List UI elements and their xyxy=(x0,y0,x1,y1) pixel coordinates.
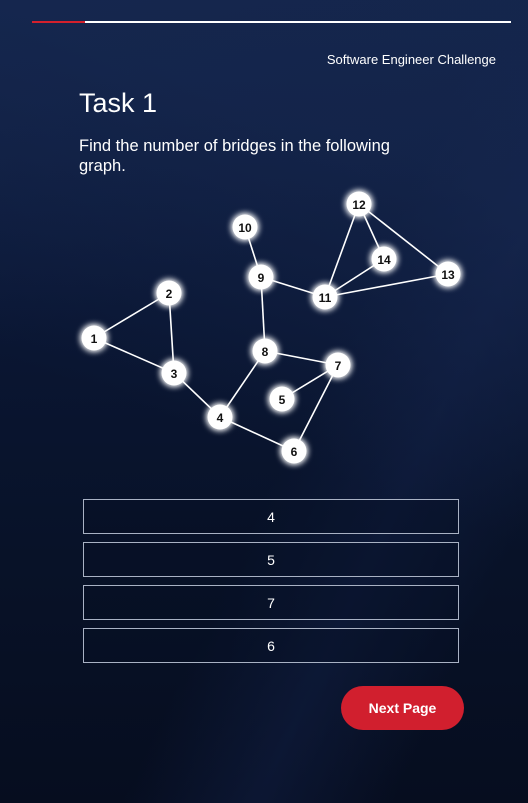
graph-node-label: 10 xyxy=(238,221,252,235)
graph-node-2: 2 xyxy=(156,280,182,306)
graph-node-label: 11 xyxy=(319,291,332,305)
graph-node-12: 12 xyxy=(346,191,372,217)
graph-node-label: 5 xyxy=(279,393,286,407)
graph-node-3: 3 xyxy=(161,360,187,386)
graph-diagram: 1234567891011121314 xyxy=(81,191,461,464)
graph-node-5: 5 xyxy=(269,386,295,412)
answer-option-4[interactable]: 6 xyxy=(83,628,459,663)
graph-node-label: 14 xyxy=(377,253,391,267)
answer-options: 4 5 7 6 xyxy=(83,499,459,671)
graph-node-9: 9 xyxy=(248,264,274,290)
graph-edge-1-3 xyxy=(93,337,175,374)
graph-node-8: 8 xyxy=(252,338,278,364)
next-page-button[interactable]: Next Page xyxy=(341,686,464,730)
graph-node-label: 4 xyxy=(217,411,224,425)
graph-edges xyxy=(93,203,449,452)
graph-node-13: 13 xyxy=(435,261,461,287)
graph-node-label: 12 xyxy=(352,198,366,212)
answer-option-1[interactable]: 4 xyxy=(83,499,459,534)
graph-node-label: 2 xyxy=(166,287,173,301)
graph-node-label: 9 xyxy=(258,271,265,285)
graph-node-label: 3 xyxy=(171,367,178,381)
graph-edge-11-12 xyxy=(324,203,360,298)
answer-option-2[interactable]: 5 xyxy=(83,542,459,577)
graph-node-label: 8 xyxy=(262,345,269,359)
graph-node-14: 14 xyxy=(371,246,397,272)
graph-node-10: 10 xyxy=(232,214,258,240)
graph-nodes: 1234567891011121314 xyxy=(81,191,461,464)
graph-node-7: 7 xyxy=(325,352,351,378)
graph-node-label: 1 xyxy=(91,332,98,346)
graph-edge-1-2 xyxy=(93,292,170,339)
graph-node-6: 6 xyxy=(281,438,307,464)
graph-node-label: 13 xyxy=(441,268,455,282)
graph-node-label: 6 xyxy=(291,445,298,459)
graph-node-1: 1 xyxy=(81,325,107,351)
answer-option-3[interactable]: 7 xyxy=(83,585,459,620)
graph-node-label: 7 xyxy=(335,359,342,373)
graph-node-11: 11 xyxy=(312,284,338,310)
graph-node-4: 4 xyxy=(207,404,233,430)
